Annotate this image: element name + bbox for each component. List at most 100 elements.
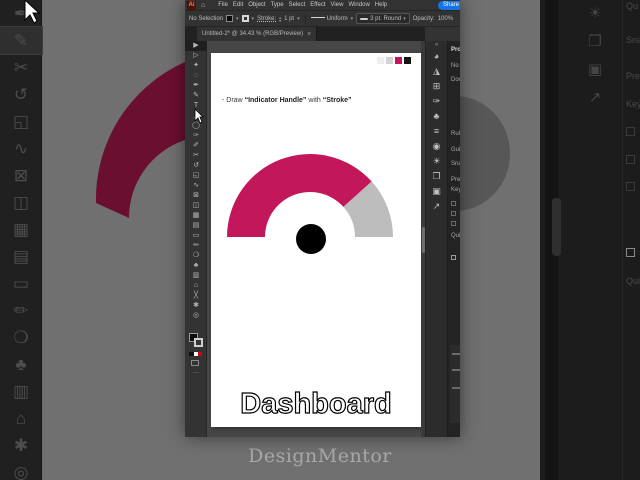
share-button[interactable]: Share	[438, 1, 460, 10]
step-down-icon[interactable]: ▾	[279, 18, 281, 22]
curvature-tool-icon[interactable]: ✎	[185, 91, 207, 101]
gauge-graphic[interactable]	[225, 149, 397, 259]
illustrator-logo-icon[interactable]: Ai	[187, 0, 196, 10]
tab-close-icon[interactable]: ×	[307, 31, 311, 38]
collapse-dock-icon[interactable]: «	[426, 41, 447, 49]
stroke-caret-icon[interactable]: ▾	[252, 16, 255, 22]
tools-panel: ▶▷✦◌✒✎T╱◯✑✐✂↺◱∿⊠◫▦▤▭✏❍♣▥⌂╳✱◎	[185, 41, 207, 437]
opacity-value[interactable]: 100%	[438, 16, 453, 22]
gauge-hub-circle[interactable]	[296, 224, 326, 254]
palette-swatch-3[interactable]	[395, 57, 402, 64]
mesh-tool-icon[interactable]: ▤	[185, 221, 207, 231]
symbol-sprayer-tool-icon[interactable]: ♣	[185, 261, 207, 271]
palette-swatch-4[interactable]	[404, 57, 411, 64]
stroke-color-swatch[interactable]	[241, 15, 249, 22]
stroke-panel-icon[interactable]: ≡	[426, 124, 447, 139]
stroke-proxy-swatch[interactable]	[194, 338, 203, 347]
free-transform-tool-icon[interactable]: ⊠	[185, 191, 207, 201]
guides-fragment[interactable]: Gui	[451, 147, 460, 153]
color-panel-icon[interactable]: ◕	[426, 49, 447, 64]
background-cursor-icon	[24, 0, 41, 24]
rulers-fragment[interactable]: Rul	[451, 131, 460, 137]
perspective-grid-tool-icon[interactable]: ▦	[185, 211, 207, 221]
layers-panel-icon[interactable]: ▣	[426, 184, 447, 199]
lasso-tool-icon[interactable]: ◌	[185, 71, 207, 81]
menu-item-type[interactable]: Type	[271, 2, 284, 8]
menu-items: File Edit Object Type Select Effect View Window…	[218, 2, 387, 8]
panel-checkbox-4[interactable]	[451, 255, 456, 260]
symbols-panel-icon[interactable]: ♣	[426, 109, 447, 124]
artboards-panel-icon[interactable]: ❐	[426, 169, 447, 184]
magic-wand-tool-icon[interactable]: ✦	[185, 61, 207, 71]
artboard[interactable]: - Draw “Indicator Handle” with “Stroke” …	[211, 53, 421, 427]
shaper-tool-icon[interactable]: ✐	[185, 141, 207, 151]
menu-item-view[interactable]: View	[331, 2, 344, 8]
background-toolbar: ✒ ✎ ✂ ↺ ◱ ∿ ⊠ ◫ ▦ ▤ ▭ ✏ ❍ ♣ ▥ ⌂ ✱ ◎	[0, 0, 43, 480]
appearance-panel-icon[interactable]: ☀	[426, 154, 447, 169]
zoom-tool-icon[interactable]: ◎	[185, 311, 207, 321]
menu-item-file[interactable]: File	[218, 2, 228, 8]
rotate-tool-icon[interactable]: ↺	[185, 161, 207, 171]
width-profile-caret-icon[interactable]: ▾	[351, 16, 354, 22]
menu-item-window[interactable]: Window	[348, 2, 369, 8]
selection-tool-icon[interactable]: ▶	[185, 41, 207, 51]
brush-definition-dropdown[interactable]: 3 pt. Round ▾	[356, 13, 410, 24]
gauge-progress-arc[interactable]	[227, 154, 372, 237]
fill-color-swatch[interactable]	[226, 15, 234, 22]
paintbrush-tool-icon[interactable]: ✑	[185, 131, 207, 141]
blend-tool-icon[interactable]: ❍	[185, 251, 207, 261]
bg-eyedropper-tool-icon: ✏	[13, 301, 29, 320]
eyedropper-tool-icon[interactable]: ✏	[185, 241, 207, 251]
bg-column-graph-tool-icon: ▥	[12, 382, 30, 401]
shape-builder-tool-icon[interactable]: ◫	[185, 201, 207, 211]
menu-item-effect[interactable]: Effect	[310, 2, 325, 8]
width-tool-icon[interactable]: ∿	[185, 181, 207, 191]
draw-mode-button[interactable]	[191, 360, 199, 366]
dashboard-title-text[interactable]: Dashboard	[211, 387, 421, 421]
stroke-weight-stepper[interactable]: ▴ ▾	[279, 15, 281, 22]
brushes-panel-icon[interactable]: ✑	[426, 94, 447, 109]
panel-checkbox-3[interactable]	[451, 221, 456, 226]
document-canvas[interactable]: - Draw “Indicator Handle” with “Stroke” …	[207, 41, 425, 437]
width-profile-dropdown[interactable]: Uniform	[310, 16, 348, 22]
hand-tool-icon[interactable]: ✱	[185, 301, 207, 311]
palette-swatches	[377, 57, 411, 64]
panel-checkbox-1[interactable]	[451, 201, 456, 206]
palette-swatch-1[interactable]	[377, 57, 384, 64]
color-mode-buttons[interactable]	[189, 352, 202, 356]
stroke-weight-value[interactable]: 1 pt	[284, 16, 294, 22]
gradient-tool-icon[interactable]: ▭	[185, 231, 207, 241]
scale-tool-icon[interactable]: ◱	[185, 171, 207, 181]
preferences-fragment[interactable]: Pre	[451, 177, 460, 183]
toolbar-overflow-icon[interactable]: …	[185, 368, 207, 375]
pen-tool-icon[interactable]: ✒	[185, 81, 207, 91]
fill-caret-icon[interactable]: ▾	[236, 16, 239, 22]
column-graph-tool-icon[interactable]: ▥	[185, 271, 207, 281]
panel-checkbox-2[interactable]	[451, 211, 456, 216]
menu-item-object[interactable]: Object	[248, 2, 265, 8]
slice-tool-icon[interactable]: ╳	[185, 291, 207, 301]
stroke-label[interactable]: Stroke:	[257, 16, 276, 22]
document-tab-title: Untitled-2* @ 34.43 % (RGB/Preview)	[202, 31, 304, 37]
gradient-sphere-panel-icon[interactable]: ◉	[426, 139, 447, 154]
home-icon[interactable]: ⌂	[201, 2, 205, 9]
properties-header: Pro	[451, 47, 460, 53]
bg-checkbox-2	[626, 155, 635, 164]
direct-selection-tool-icon[interactable]: ▷	[185, 51, 207, 61]
fill-stroke-indicator[interactable]	[189, 333, 203, 347]
menu-item-edit[interactable]: Edit	[233, 2, 243, 8]
snap-fragment[interactable]: Sna	[451, 161, 460, 167]
menu-item-help[interactable]: Help	[375, 2, 387, 8]
document-tab[interactable]: Untitled-2* @ 34.43 % (RGB/Preview) ×	[197, 27, 318, 41]
stroke-weight-caret-icon[interactable]: ▾	[297, 16, 300, 22]
export-panel-icon[interactable]: ↗	[426, 199, 447, 214]
artboard-tool-icon[interactable]: ⌂	[185, 281, 207, 291]
scissors-tool-icon[interactable]: ✂	[185, 151, 207, 161]
menu-item-select[interactable]: Select	[289, 2, 306, 8]
keyboard-fragment[interactable]: Key	[451, 187, 460, 193]
opacity-label[interactable]: Opacity:	[413, 16, 435, 22]
gradient-panel-icon[interactable]: ◮	[426, 64, 447, 79]
clipped-text-bar	[452, 369, 460, 371]
palette-swatch-2[interactable]	[386, 57, 393, 64]
swatches-panel-icon[interactable]: ⊞	[426, 79, 447, 94]
